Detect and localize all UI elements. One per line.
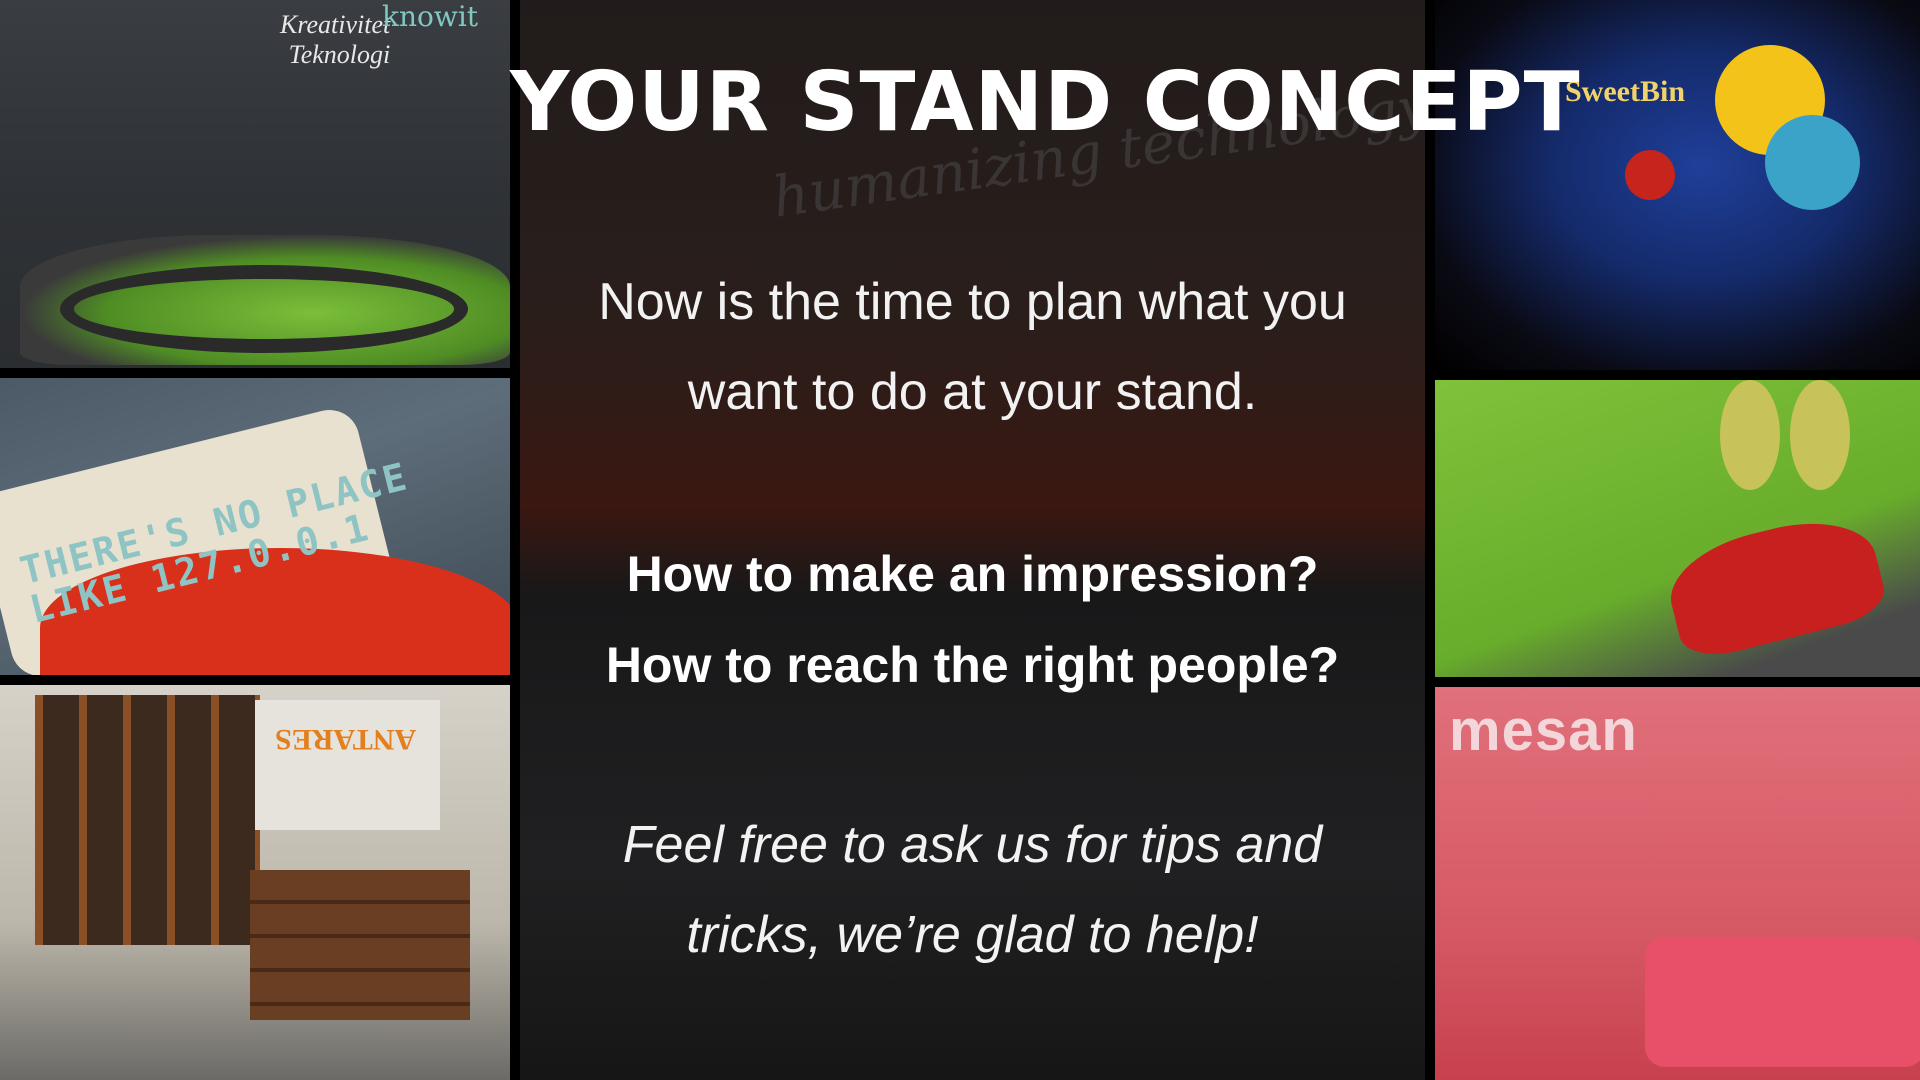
model-tree <box>1720 380 1780 490</box>
photo-slot-car <box>1435 380 1920 677</box>
photo-text-words: Kreativitet Teknologi <box>280 10 391 69</box>
decor-circle <box>1765 115 1860 210</box>
photo-logo-mesan: mesan <box>1449 698 1638 763</box>
photo-mesan-stand: mesan <box>1435 687 1920 1080</box>
closing-line-1: Feel free to ask us for tips and <box>622 816 1323 874</box>
drawer-chest <box>250 870 470 1020</box>
poster-text: ANTARES <box>275 723 417 756</box>
antares-poster: ANTARES <box>255 700 440 830</box>
photo-logo-knowit: knowit <box>382 0 479 33</box>
model-tree <box>1790 380 1850 490</box>
intro-line-2: want to do at your stand. <box>687 363 1258 421</box>
intro-line-1: Now is the time to plan what you <box>598 273 1347 331</box>
closing-line-2: tricks, we’re glad to help! <box>686 906 1259 964</box>
slide-text: YOUR STAND CONCEPT Now is the time to pl… <box>510 0 1581 1080</box>
photo-logo-sweetbin: SweetBin <box>1565 75 1685 108</box>
slide-title: YOUR STAND CONCEPT <box>510 55 1581 150</box>
question-reach: How to reach the right people? <box>605 637 1340 693</box>
pink-sofa <box>1645 937 1920 1067</box>
photo-pillow: THERE'S NO PLACE LIKE 127.0.0.1 <box>0 378 510 675</box>
bookshelf <box>35 695 260 945</box>
photo-antares-stand: ANTARES <box>0 685 510 1080</box>
question-impression: How to make an impression? <box>626 546 1319 602</box>
red-model-car <box>1659 506 1891 664</box>
decor-circle <box>1625 150 1675 200</box>
photo-knowit-stand: Kreativitet Teknologi knowit <box>0 0 510 368</box>
race-track-road <box>60 265 468 353</box>
